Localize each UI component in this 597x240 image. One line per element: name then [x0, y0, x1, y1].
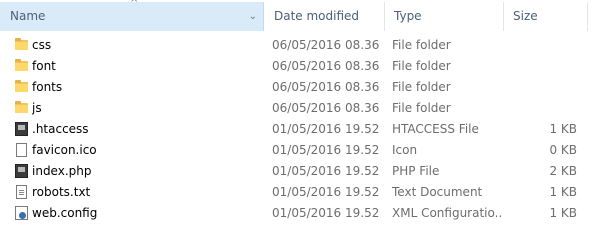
file-name: robots.txt [32, 185, 91, 199]
column-header-type[interactable]: Type [384, 2, 503, 31]
file-date: 01/05/2016 19.52 [272, 122, 380, 136]
file-size: 1 KB [549, 185, 577, 199]
file-row[interactable]: .htaccess 01/05/2016 19.52 HTACCESS File… [0, 119, 597, 140]
column-header-date-label: Date modified [274, 9, 360, 23]
file-row[interactable]: favicon.ico 01/05/2016 19.52 Icon 0 KB [0, 140, 597, 161]
file-date: 06/05/2016 08.36 [272, 38, 380, 52]
file-row[interactable]: web.config 01/05/2016 19.52 XML Configur… [0, 203, 597, 224]
file-name: font [32, 59, 56, 73]
column-header-bar: Name ^ ⌄ Date modified Type Size [0, 0, 597, 35]
file-name: js [32, 101, 42, 115]
file-date: 01/05/2016 19.52 [272, 143, 380, 157]
file-size: 1 KB [549, 122, 577, 136]
column-header-size-label: Size [513, 9, 538, 23]
blank-file-icon [14, 140, 30, 161]
file-name: .htaccess [32, 122, 89, 136]
file-date: 06/05/2016 08.36 [272, 59, 380, 73]
file-name: css [32, 38, 52, 52]
file-date: 01/05/2016 19.52 [272, 206, 380, 220]
file-row[interactable]: fonts 06/05/2016 08.36 File folder [0, 77, 597, 98]
file-size [503, 77, 577, 98]
column-header-date[interactable]: Date modified [264, 2, 384, 31]
file-type: XML Configuratio... [392, 206, 502, 220]
config-file-icon [14, 203, 30, 224]
chevron-down-icon[interactable]: ⌄ [249, 2, 257, 31]
file-row[interactable]: robots.txt 01/05/2016 19.52 Text Documen… [0, 182, 597, 203]
file-type: File folder [392, 38, 451, 52]
sort-ascending-icon: ^ [130, 0, 139, 9]
column-header-type-label: Type [394, 9, 422, 23]
file-type: Text Document [392, 185, 483, 199]
file-size [503, 35, 577, 56]
folder-icon [14, 35, 30, 56]
file-date: 01/05/2016 19.52 [272, 164, 380, 178]
column-header-size[interactable]: Size [503, 2, 587, 31]
file-date: 06/05/2016 08.36 [272, 80, 380, 94]
file-size [503, 98, 577, 119]
file-type: File folder [392, 59, 451, 73]
folder-icon [14, 56, 30, 77]
file-name: index.php [32, 164, 92, 178]
file-type: HTACCESS File [392, 122, 479, 136]
column-header-name[interactable]: Name ^ ⌄ [0, 0, 264, 31]
file-type: PHP File [392, 164, 440, 178]
file-name: web.config [32, 206, 98, 220]
file-list: css 06/05/2016 08.36 File folder font 06… [0, 35, 597, 224]
file-size [503, 56, 577, 77]
column-header-name-label: Name [10, 9, 46, 23]
file-name: favicon.ico [32, 143, 97, 157]
file-size: 0 KB [549, 143, 577, 157]
file-size: 1 KB [549, 206, 577, 220]
app-file-icon [14, 119, 30, 140]
file-type: Icon [392, 143, 418, 157]
file-name: fonts [32, 80, 63, 94]
file-date: 06/05/2016 08.36 [272, 101, 380, 115]
file-row[interactable]: js 06/05/2016 08.36 File folder [0, 98, 597, 119]
file-row[interactable]: css 06/05/2016 08.36 File folder [0, 35, 597, 56]
text-file-icon [14, 182, 30, 203]
column-divider[interactable] [587, 2, 588, 31]
file-date: 01/05/2016 19.52 [272, 185, 380, 199]
file-type: File folder [392, 101, 451, 115]
app-file-icon [14, 161, 30, 182]
file-row[interactable]: index.php 01/05/2016 19.52 PHP File 2 KB [0, 161, 597, 182]
folder-icon [14, 98, 30, 119]
file-row[interactable]: font 06/05/2016 08.36 File folder [0, 56, 597, 77]
file-type: File folder [392, 80, 451, 94]
folder-icon [14, 77, 30, 98]
file-size: 2 KB [549, 164, 577, 178]
